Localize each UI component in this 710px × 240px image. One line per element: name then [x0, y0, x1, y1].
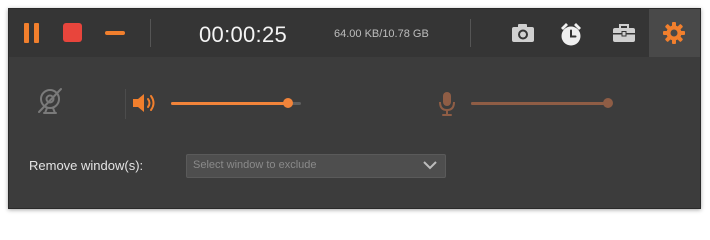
settings-button[interactable]: [649, 9, 700, 57]
gear-icon: [663, 22, 685, 44]
file-size-readout: 64.00 KB/10.78 GB: [334, 28, 429, 40]
audio-divider: [125, 89, 126, 119]
dropdown-placeholder: Select window to exclude: [193, 159, 317, 171]
stop-icon[interactable]: [63, 23, 82, 42]
exclude-window-dropdown[interactable]: Select window to exclude: [186, 154, 446, 178]
slider-fill: [471, 102, 608, 105]
chevron-down-icon: [423, 161, 437, 170]
recording-timer: 00:00:25: [199, 22, 288, 47]
microphone-slider[interactable]: [471, 96, 613, 110]
microphone-icon[interactable]: [437, 91, 457, 117]
camera-icon[interactable]: [510, 21, 536, 45]
speaker-icon[interactable]: [131, 91, 159, 115]
toolbar-divider: [150, 19, 151, 47]
minimize-icon[interactable]: [105, 31, 125, 35]
alarm-clock-icon[interactable]: [558, 21, 584, 46]
recorder-window: 00:00:25 64.00 KB/10.78 GB Remove window…: [8, 8, 701, 209]
slider-fill: [171, 102, 288, 105]
webcam-off-icon[interactable]: [35, 86, 65, 116]
recording-toolbar: 00:00:25 64.00 KB/10.78 GB: [9, 9, 700, 57]
slider-handle[interactable]: [283, 98, 293, 108]
slider-handle[interactable]: [603, 98, 613, 108]
pause-icon[interactable]: [23, 23, 41, 43]
toolbox-icon[interactable]: [611, 21, 637, 45]
remove-window-label: Remove window(s):: [29, 158, 144, 173]
system-sound-slider[interactable]: [171, 96, 301, 110]
toolbar-divider: [470, 19, 471, 47]
